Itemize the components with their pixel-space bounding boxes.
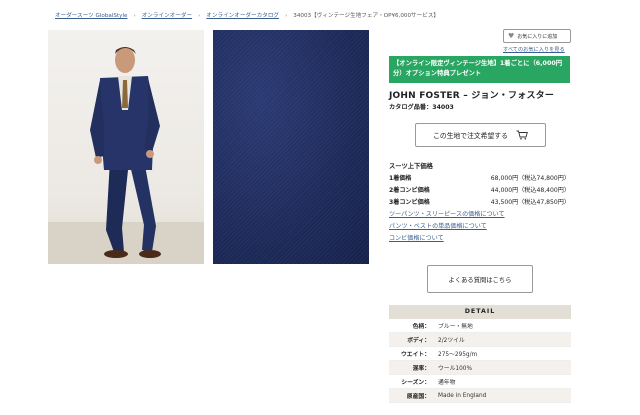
price-value: 44,000円（税込48,400円） xyxy=(490,187,570,194)
detail-value: Made in England xyxy=(438,392,487,399)
detail-key: ウエイト： xyxy=(401,352,430,358)
detail-row: 色柄： ブルー・無地 xyxy=(389,319,571,333)
detail-row: ウエイト： 275～295g/m xyxy=(389,347,571,361)
detail-table: DETAIL 色柄： ブルー・無地 ボディ： 2/2ツイル ウエイト： 275～… xyxy=(389,305,571,403)
breadcrumb-link-top[interactable]: オーダースーツ GlobalStyle xyxy=(55,13,127,19)
detail-key: 色柄： xyxy=(412,324,430,330)
detail-value: 通年物 xyxy=(438,380,456,386)
single-item-price-link[interactable]: パンツ・ベストの単品価格について xyxy=(389,221,487,230)
price-row: 3着コンビ価格 43,500円（税込47,850円） xyxy=(389,197,570,206)
detail-value: 275～295g/m xyxy=(438,352,478,358)
price-label: 1着価格 xyxy=(389,175,412,182)
price-value: 68,000円（税込74,800円） xyxy=(490,175,570,182)
heart-icon: ♥ xyxy=(508,32,515,40)
detail-key: 原産国： xyxy=(406,394,430,400)
product-brand: JOHN FOSTER – ジョン・フォスター xyxy=(389,91,555,101)
combi-price-link[interactable]: コンビ価格について xyxy=(389,233,444,242)
cart-icon xyxy=(516,130,528,140)
fabric-swatch-photo[interactable] xyxy=(213,30,369,264)
detail-row: シーズン： 通年物 xyxy=(389,375,571,389)
detail-row: 混率： ウール100% xyxy=(389,361,571,375)
detail-title: DETAIL xyxy=(389,305,571,319)
faq-button[interactable]: よくある質問はこちら xyxy=(427,265,533,293)
detail-value: ウール100% xyxy=(438,366,472,372)
price-section-title: スーツ上下価格 xyxy=(389,163,433,170)
breadcrumb-link-online-order[interactable]: オンラインオーダー xyxy=(142,13,192,19)
order-this-fabric-button[interactable]: この生地で注文希望する xyxy=(415,123,546,147)
detail-row: ボディ： 2/2ツイル xyxy=(389,333,571,347)
catalog-number: カタログ品番：34003 xyxy=(389,104,454,111)
detail-row: 原産国： Made in England xyxy=(389,389,571,403)
detail-key: ボディ： xyxy=(407,338,430,344)
price-value: 43,500円（税込47,850円） xyxy=(490,199,570,206)
detail-key: シーズン： xyxy=(401,380,430,386)
model-photo[interactable] xyxy=(48,30,204,264)
detail-value: 2/2ツイル xyxy=(438,338,465,344)
add-favorite-label: お気に入りに追加 xyxy=(517,33,558,40)
two-pants-price-link[interactable]: ツーパンツ・スリーピースの価格について xyxy=(389,209,505,218)
breadcrumb: オーダースーツ GlobalStyle › オンラインオーダー › オンラインオーダーカ… xyxy=(55,13,440,19)
price-row: 1着価格 68,000円（税込74,800円） xyxy=(389,173,570,182)
promo-banner: 【オンライン限定ヴィンテージ生地】1着ごとに（6,000円分）オプション特典プレ… xyxy=(389,56,570,83)
model-figure xyxy=(90,47,161,258)
breadcrumb-link-catalog[interactable]: オンラインオーダーカタログ xyxy=(206,13,279,19)
detail-value: ブルー・無地 xyxy=(438,324,473,330)
detail-key: 混率： xyxy=(412,366,430,372)
price-label: 2着コンビ価格 xyxy=(389,187,430,194)
view-favorites-link[interactable]: すべてのお気に入りを見る xyxy=(503,46,565,53)
breadcrumb-current: 34003【ヴィンテージ生地フェア・OP¥6,000サービス】 xyxy=(293,13,440,19)
price-label: 3着コンビ価格 xyxy=(389,199,430,206)
add-favorite-button[interactable]: ♥ お気に入りに追加 xyxy=(503,29,571,43)
price-row: 2着コンビ価格 44,000円（税込48,400円） xyxy=(389,185,570,194)
order-button-label: この生地で注文希望する xyxy=(433,132,508,140)
